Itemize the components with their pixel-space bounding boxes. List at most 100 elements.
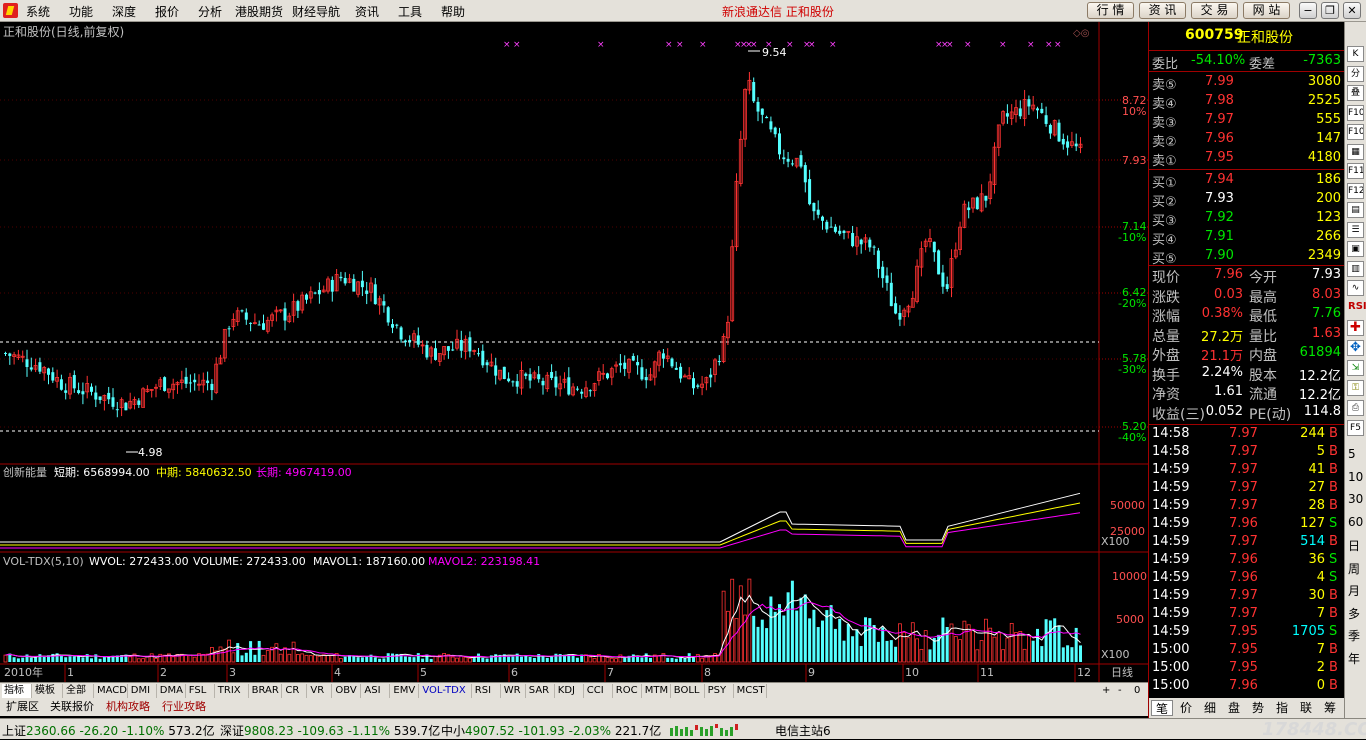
tab-institution-strategy[interactable]: 机构攻略 bbox=[102, 699, 154, 715]
indicator-tab[interactable]: CCI bbox=[585, 684, 613, 698]
menu-item-9[interactable]: 帮助 bbox=[441, 3, 465, 20]
zoom-control[interactable]: - bbox=[1116, 684, 1130, 698]
indicator-tab[interactable]: CR bbox=[283, 684, 308, 698]
menu-item-3[interactable]: 报价 bbox=[155, 3, 179, 20]
menu-item-5[interactable]: 港股期货 bbox=[235, 3, 283, 20]
detail-tab[interactable]: 盘 bbox=[1223, 700, 1245, 716]
info-icon[interactable]: F11 bbox=[1347, 163, 1364, 179]
menu-item-7[interactable]: 资讯 bbox=[355, 3, 379, 20]
lock-icon[interactable]: ⚿ bbox=[1347, 380, 1364, 396]
indicator-tab[interactable]: 全部 bbox=[64, 684, 94, 698]
kline-icon[interactable]: K bbox=[1347, 46, 1364, 62]
detail-tab[interactable]: 价 bbox=[1175, 700, 1197, 716]
menu-item-8[interactable]: 工具 bbox=[398, 3, 422, 20]
detail-tab[interactable]: 筹 bbox=[1319, 700, 1341, 716]
indicator-tab[interactable]: WR bbox=[502, 684, 526, 698]
wave-icon[interactable]: ∿ bbox=[1347, 280, 1364, 296]
rsi-button[interactable]: RSI bbox=[1348, 301, 1366, 312]
period-button[interactable]: 日 bbox=[1348, 537, 1360, 554]
menu-item-1[interactable]: 功能 bbox=[69, 3, 93, 20]
indicator-tab[interactable]: MTM bbox=[643, 684, 671, 698]
indicator-tab[interactable]: ROC bbox=[614, 684, 642, 698]
sh-index[interactable]: 上证2360.66 -26.20 -1.10% 573.2亿 bbox=[2, 722, 215, 739]
detail-tab[interactable]: 联 bbox=[1295, 700, 1317, 716]
indicator-tab[interactable]: BOLL bbox=[672, 684, 705, 698]
indicator-tab[interactable]: 指标 bbox=[2, 684, 32, 698]
detail-tab[interactable]: 笔 bbox=[1151, 700, 1173, 716]
volume-bar bbox=[692, 657, 695, 662]
crosshair-icon[interactable]: ✚ bbox=[1347, 320, 1364, 336]
f10-alt-icon[interactable]: F10 bbox=[1347, 124, 1364, 140]
zoom-control[interactable]: + bbox=[1100, 684, 1114, 698]
website-button[interactable]: 网 站 bbox=[1243, 2, 1290, 19]
volume-bar bbox=[790, 580, 794, 662]
indicator-tab[interactable]: OBV bbox=[333, 684, 362, 698]
minimize-icon[interactable]: − bbox=[1299, 2, 1317, 19]
period-button[interactable]: 5 bbox=[1348, 447, 1356, 461]
detail-tab[interactable]: 指 bbox=[1271, 700, 1293, 716]
menu-item-2[interactable]: 深度 bbox=[112, 3, 136, 20]
period-button[interactable]: 周 bbox=[1348, 560, 1360, 577]
list-icon[interactable]: ☰ bbox=[1347, 221, 1364, 238]
menu-item-6[interactable]: 财经导航 bbox=[292, 3, 340, 20]
chart-icon[interactable]: ▦ bbox=[1347, 143, 1364, 160]
indicator-tab[interactable]: ASI bbox=[362, 684, 391, 698]
restore-icon[interactable]: ❐ bbox=[1321, 2, 1339, 19]
candle-body bbox=[606, 373, 609, 379]
indicator-tab[interactable]: MCST bbox=[735, 684, 768, 698]
indicator-tab[interactable]: PSY bbox=[706, 684, 734, 698]
screen-icon[interactable]: ▣ bbox=[1347, 241, 1364, 257]
candle-body bbox=[451, 349, 455, 351]
indicator-tab[interactable]: TRIX bbox=[216, 684, 249, 698]
volume-bar bbox=[799, 597, 803, 662]
f5-button[interactable]: F5 bbox=[1347, 420, 1364, 436]
indicator-tab[interactable]: DMI bbox=[129, 684, 157, 698]
indicator-tab[interactable]: VR bbox=[308, 684, 333, 698]
table-icon[interactable]: ▥ bbox=[1347, 260, 1364, 277]
period-button[interactable]: 月 bbox=[1348, 582, 1360, 599]
indicator-tab[interactable]: MACD bbox=[95, 684, 128, 698]
sz-index[interactable]: 深证9808.23 -109.63 -1.11% 539.7亿 bbox=[220, 722, 440, 739]
zx-index[interactable]: 中小4907.52 -101.93 -2.03% 221.7亿 bbox=[441, 722, 661, 739]
f10-icon[interactable]: F10 bbox=[1347, 104, 1364, 121]
indicator-tab[interactable]: RSI bbox=[473, 684, 501, 698]
quotes-button[interactable]: 行 情 bbox=[1087, 2, 1134, 19]
period-button[interactable]: 60 bbox=[1348, 515, 1363, 529]
period-button[interactable]: 季 bbox=[1348, 627, 1360, 644]
tab-related-quotes[interactable]: 关联报价 bbox=[46, 699, 98, 715]
print-icon[interactable]: ⎙ bbox=[1347, 400, 1364, 416]
zoom-control[interactable]: 0 bbox=[1132, 684, 1146, 698]
news-button[interactable]: 资 讯 bbox=[1139, 2, 1186, 19]
indicator-tab[interactable]: VOL-TDX bbox=[420, 684, 472, 698]
server-name[interactable]: 电信主站6 bbox=[775, 722, 831, 739]
export-icon[interactable]: ⇲ bbox=[1347, 360, 1364, 376]
kline-chart[interactable]: × × × × × × ×××× × × ×× × ××× × × × × × 正和股份(日线,前复权) ◇◎ … bbox=[0, 22, 1148, 682]
trade-button[interactable]: 交 易 bbox=[1191, 2, 1238, 19]
detail-tab[interactable]: 细 bbox=[1199, 700, 1221, 716]
period-button[interactable]: 30 bbox=[1348, 492, 1363, 506]
f12-icon[interactable]: F12 bbox=[1347, 182, 1364, 199]
indicator-tab[interactable]: SAR bbox=[527, 684, 555, 698]
tab-extension[interactable]: 扩展区 bbox=[2, 699, 43, 715]
close-icon[interactable]: ✕ bbox=[1343, 2, 1361, 19]
period-button[interactable]: 多 bbox=[1348, 605, 1360, 622]
compare-icon[interactable]: 叠 bbox=[1347, 85, 1364, 101]
indicator-tab[interactable]: BRAR bbox=[250, 684, 283, 698]
chart-options-icon[interactable]: ◇◎ bbox=[1073, 28, 1089, 39]
detail-tab[interactable]: 势 bbox=[1247, 700, 1269, 716]
market-bars-icon bbox=[668, 723, 768, 736]
indicator-tab[interactable]: 模板 bbox=[33, 684, 63, 698]
period-button[interactable]: 年 bbox=[1348, 650, 1360, 667]
move-icon[interactable]: ✥ bbox=[1347, 340, 1364, 356]
indicator-tab[interactable]: KDJ bbox=[556, 684, 584, 698]
menu-item-4[interactable]: 分析 bbox=[198, 3, 222, 20]
indicator-tab[interactable]: DMA bbox=[158, 684, 186, 698]
menu-item-0[interactable]: 系统 bbox=[26, 3, 50, 20]
period-button[interactable]: 10 bbox=[1348, 470, 1363, 484]
minute-icon[interactable]: 分 bbox=[1347, 65, 1364, 82]
indicator-tab[interactable]: EMV bbox=[391, 684, 420, 698]
app-logo-icon[interactable] bbox=[3, 3, 18, 18]
report-icon[interactable]: ▤ bbox=[1347, 202, 1364, 218]
tab-industry-strategy[interactable]: 行业攻略 bbox=[158, 699, 210, 715]
indicator-tab[interactable]: FSL bbox=[187, 684, 215, 698]
